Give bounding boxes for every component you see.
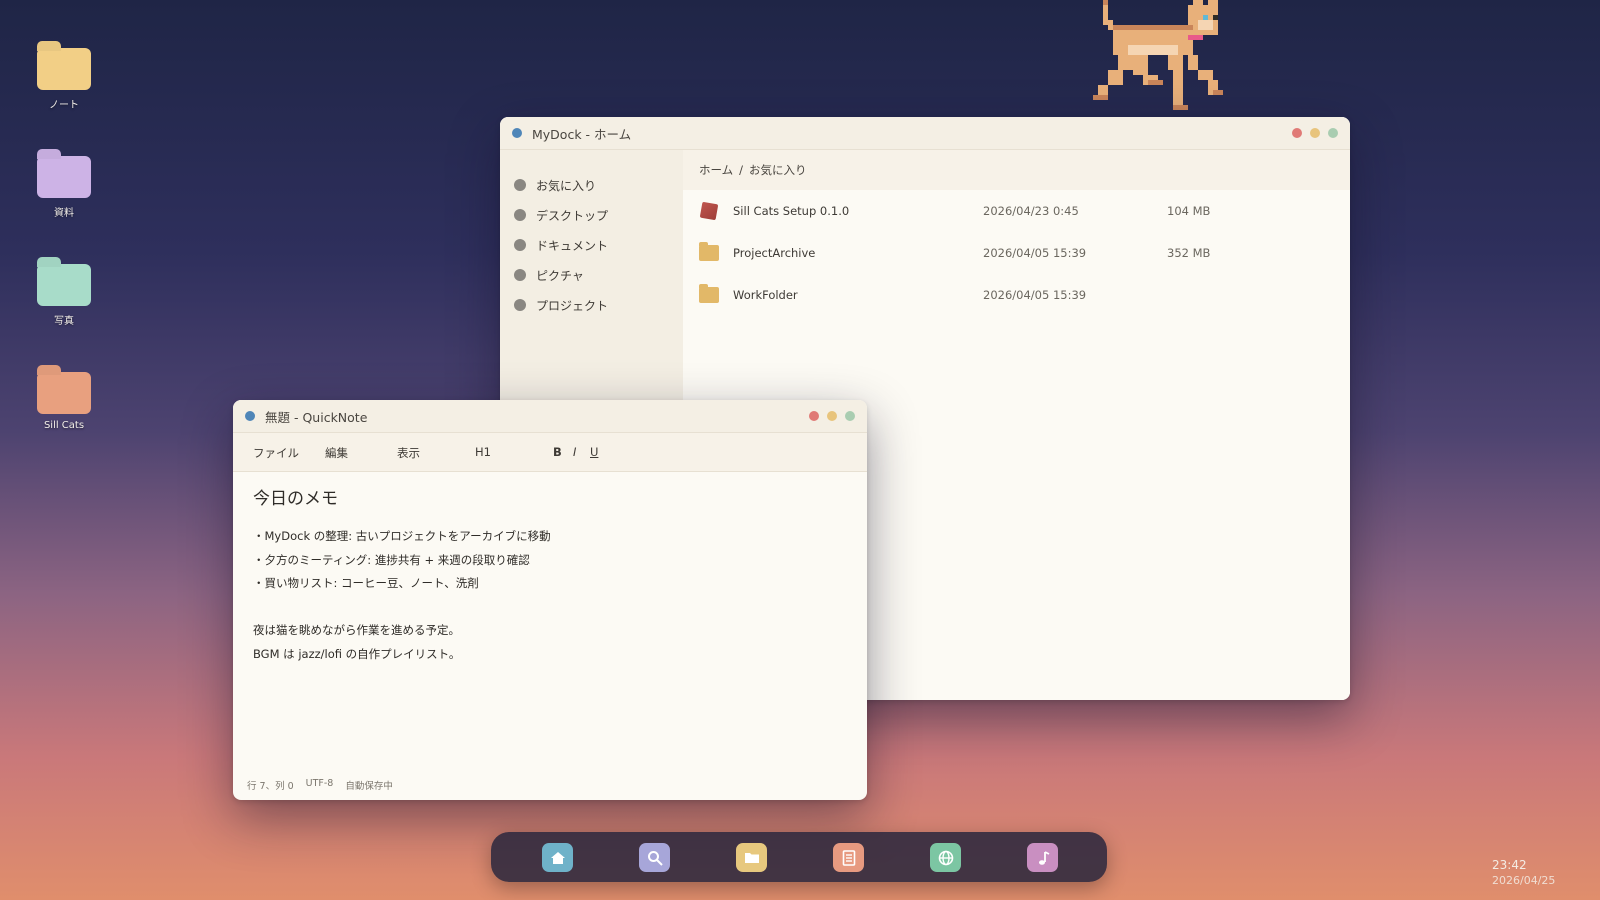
breadcrumb: ホーム / お気に入り (683, 150, 1350, 190)
note-title: 今日のメモ (253, 489, 338, 509)
minimize-button[interactable] (827, 411, 837, 421)
sidebar-item-label: ピクチャ (536, 268, 584, 283)
sidebar-dot-icon (514, 269, 526, 281)
minimize-button[interactable] (1310, 128, 1320, 138)
desktop-icon-sill-cats[interactable]: Sill Cats (28, 364, 100, 431)
file-size: 352 MB (1167, 246, 1211, 260)
home-icon[interactable] (542, 843, 573, 872)
note-line: ・買い物リスト: コーヒー豆、ノート、洗剤 (253, 576, 479, 590)
close-button[interactable] (809, 411, 819, 421)
app-dot-icon (245, 411, 255, 421)
cursor-position: 行 7、列 0 (247, 781, 294, 792)
file-date: 2026/04/23 0:45 (983, 204, 1079, 218)
maximize-button[interactable] (845, 411, 855, 421)
globe-icon[interactable] (930, 843, 961, 872)
file-date: 2026/04/05 15:39 (983, 288, 1087, 302)
sidebar-item-desktop[interactable]: デスクトップ (500, 200, 683, 230)
underline-button[interactable]: U (590, 445, 598, 459)
desktop-icon-documents[interactable]: 資料 (28, 148, 100, 219)
file-name: Sill Cats Setup 0.1.0 (733, 204, 850, 218)
folder-icon (37, 48, 91, 90)
encoding: UTF-8 (305, 778, 334, 789)
file-row[interactable]: ProjectArchive 2026/04/05 15:39 352 MB (683, 232, 1350, 274)
heading-button[interactable]: H1 (475, 445, 491, 459)
menu-file[interactable]: ファイル (253, 445, 299, 461)
sidebar-dot-icon (514, 179, 526, 191)
editor-toolbar: ファイル 編集 表示 H1 B I U (233, 433, 867, 472)
sidebar-item-label: ドキュメント (536, 238, 609, 253)
clock-date: 2026/04/25 (1492, 874, 1556, 887)
sidebar-item-label: お気に入り (536, 178, 597, 193)
note-line: BGM は jazz/lofi の自作プレイリスト。 (253, 646, 461, 661)
sidebar-dot-icon (514, 209, 526, 221)
breadcrumb-home[interactable]: ホーム (699, 162, 733, 178)
quicknote-window[interactable]: 無題 - QuickNote ファイル 編集 表示 H1 B I U 今日のメモ… (233, 400, 867, 800)
desktop-icon-label: 写真 (54, 316, 74, 327)
file-size: 104 MB (1167, 204, 1211, 218)
maximize-button[interactable] (1328, 128, 1338, 138)
file-name: ProjectArchive (733, 246, 816, 260)
note-line: 夜は猫を眺めながら作業を進める予定。 (253, 623, 460, 637)
system-clock[interactable]: 23:42 2026/04/25 (1492, 858, 1555, 887)
window-title: 無題 - QuickNote (265, 409, 368, 425)
desktop-icon-label: ノート (49, 100, 79, 111)
note-line (253, 596, 847, 620)
desktop-icon-notes[interactable]: ノート (28, 40, 100, 111)
sidebar-item-pictures[interactable]: ピクチャ (500, 260, 683, 290)
menu-view[interactable]: 表示 (397, 445, 420, 461)
pixel-cat-sprite[interactable] (1088, 0, 1248, 125)
autosave-status: 自動保存中 (345, 781, 393, 792)
close-button[interactable] (1292, 128, 1302, 138)
package-icon (699, 201, 719, 221)
window-controls (1292, 128, 1338, 138)
sidebar-item-favorites[interactable]: お気に入り (500, 170, 683, 200)
breadcrumb-separator: / (739, 163, 744, 177)
sidebar-dot-icon (514, 299, 526, 311)
folder-icon (37, 264, 91, 306)
mydock-titlebar[interactable]: MyDock - ホーム (500, 117, 1350, 150)
music-icon[interactable] (1027, 843, 1058, 872)
window-title: MyDock - ホーム (532, 126, 632, 142)
note-editor[interactable]: 今日のメモ ・MyDock の整理: 古いプロジェクトをアーカイブに移動 ・夕方… (233, 472, 867, 678)
desktop-icon-label: 資料 (54, 208, 74, 219)
folder-icon (699, 242, 719, 261)
window-controls (809, 411, 855, 421)
desktop-icon-label: Sill Cats (43, 420, 85, 431)
folder-icon[interactable] (736, 843, 767, 872)
app-dot-icon (512, 128, 522, 138)
clock-time: 23:42 (1492, 858, 1527, 872)
bold-button[interactable]: B (553, 445, 562, 459)
dock (491, 832, 1107, 882)
file-row[interactable]: WorkFolder 2026/04/05 15:39 (683, 274, 1350, 316)
sidebar-item-projects[interactable]: プロジェクト (500, 290, 683, 320)
folder-icon (699, 284, 719, 303)
sidebar-dot-icon (514, 239, 526, 251)
notes-icon[interactable] (833, 843, 864, 872)
file-row[interactable]: Sill Cats Setup 0.1.0 2026/04/23 0:45 10… (683, 190, 1350, 232)
desktop-icon-photos[interactable]: 写真 (28, 256, 100, 327)
folder-icon (37, 372, 91, 414)
menu-edit[interactable]: 編集 (325, 445, 348, 461)
editor-statusbar: 行 7、列 0 UTF-8 自動保存中 (247, 778, 393, 792)
sidebar-item-documents[interactable]: ドキュメント (500, 230, 683, 260)
italic-button[interactable]: I (573, 445, 576, 459)
note-line: ・MyDock の整理: 古いプロジェクトをアーカイブに移動 (253, 529, 551, 543)
sidebar-item-label: プロジェクト (536, 298, 609, 313)
folder-icon (37, 156, 91, 198)
file-date: 2026/04/05 15:39 (983, 246, 1087, 260)
file-name: WorkFolder (733, 288, 798, 302)
quicknote-titlebar[interactable]: 無題 - QuickNote (233, 400, 867, 433)
breadcrumb-current[interactable]: お気に入り (749, 162, 807, 178)
note-line: ・夕方のミーティング: 進捗共有 + 来週の段取り確認 (253, 552, 530, 567)
search-icon[interactable] (639, 843, 670, 872)
sidebar-item-label: デスクトップ (536, 208, 609, 223)
